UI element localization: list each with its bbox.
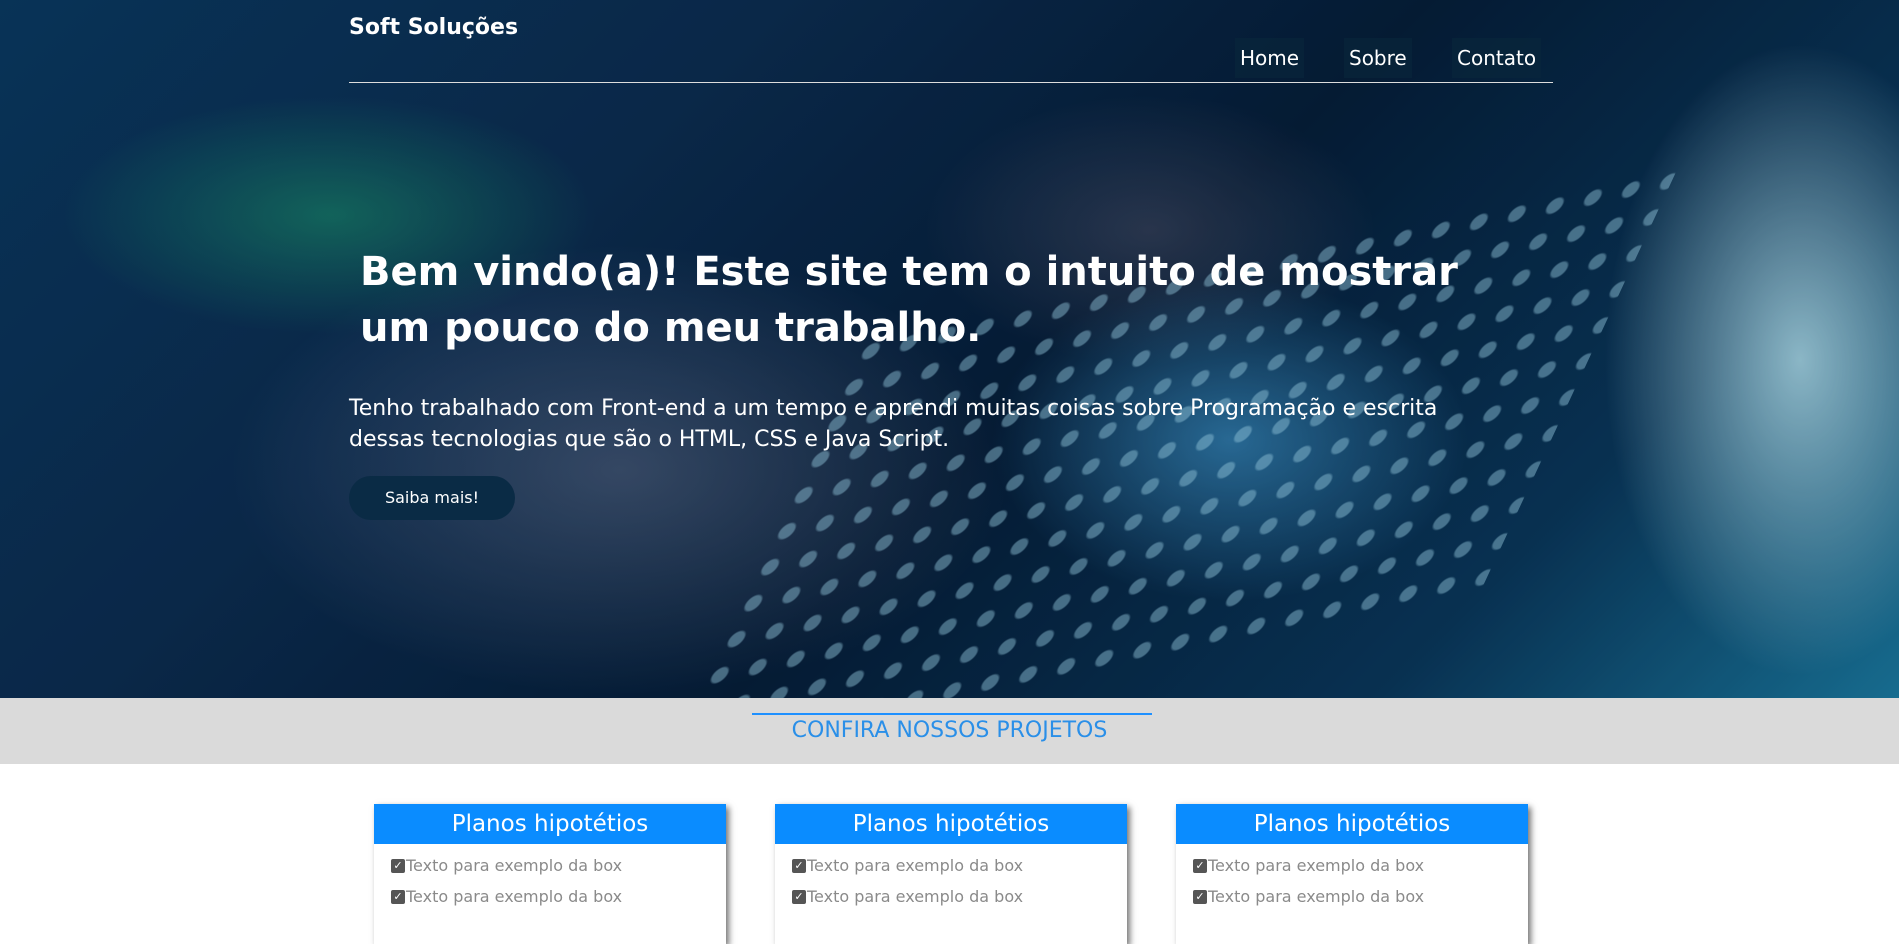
main-nav: Home Sobre Contato: [0, 38, 1899, 78]
nav-item-contato[interactable]: Contato: [1452, 38, 1542, 78]
checkbox-checked-icon: ✓: [391, 890, 405, 904]
card-title: Planos hipotétios: [775, 804, 1127, 844]
saiba-mais-button[interactable]: Saiba mais!: [349, 476, 515, 520]
project-card: Planos hipotétios ✓ Texto para exemplo d…: [775, 804, 1127, 944]
site-brand[interactable]: Soft Soluções: [349, 15, 518, 40]
card-title: Planos hipotétios: [374, 804, 726, 844]
checkbox-checked-icon: ✓: [1193, 890, 1207, 904]
card-list: ✓ Texto para exemplo da box ✓ Texto para…: [374, 844, 726, 917]
checkbox-checked-icon: ✓: [1193, 859, 1207, 873]
section-title: CONFIRA NOSSOS PROJETOS: [791, 718, 1108, 743]
list-item: ✓ Texto para exemplo da box: [1193, 886, 1528, 917]
list-item: ✓ Texto para exemplo da box: [1193, 855, 1528, 886]
hero-title: Bem vindo(a)! Este site tem o intuito de…: [360, 249, 1458, 351]
list-item-text: Texto para exemplo da box: [807, 856, 1024, 875]
checkbox-checked-icon: ✓: [792, 890, 806, 904]
checkbox-checked-icon: ✓: [792, 859, 806, 873]
list-item: ✓ Texto para exemplo da box: [391, 886, 726, 917]
nav-item-home[interactable]: Home: [1235, 38, 1305, 78]
list-item-text: Texto para exemplo da box: [1208, 887, 1425, 906]
section-title-rule: [752, 713, 1152, 715]
list-item: ✓ Texto para exemplo da box: [792, 855, 1127, 886]
list-item-text: Texto para exemplo da box: [807, 887, 1024, 906]
list-item: ✓ Texto para exemplo da box: [391, 855, 726, 886]
hero-description: Tenho trabalhado com Front-end a um temp…: [349, 396, 1438, 452]
project-card: Planos hipotétios ✓ Texto para exemplo d…: [1176, 804, 1528, 944]
list-item-text: Texto para exemplo da box: [406, 887, 623, 906]
checkbox-checked-icon: ✓: [391, 859, 405, 873]
list-item: ✓ Texto para exemplo da box: [792, 886, 1127, 917]
hero-section: Soft Soluções Home Sobre Contato Bem vin…: [0, 0, 1899, 698]
project-card: Planos hipotétios ✓ Texto para exemplo d…: [374, 804, 726, 944]
projects-header: CONFIRA NOSSOS PROJETOS: [0, 698, 1899, 764]
list-item-text: Texto para exemplo da box: [1208, 856, 1425, 875]
card-list: ✓ Texto para exemplo da box ✓ Texto para…: [1176, 844, 1528, 917]
nav-item-sobre[interactable]: Sobre: [1344, 38, 1412, 78]
nav-divider: [349, 82, 1553, 83]
list-item-text: Texto para exemplo da box: [406, 856, 623, 875]
card-list: ✓ Texto para exemplo da box ✓ Texto para…: [775, 844, 1127, 917]
card-title: Planos hipotétios: [1176, 804, 1528, 844]
